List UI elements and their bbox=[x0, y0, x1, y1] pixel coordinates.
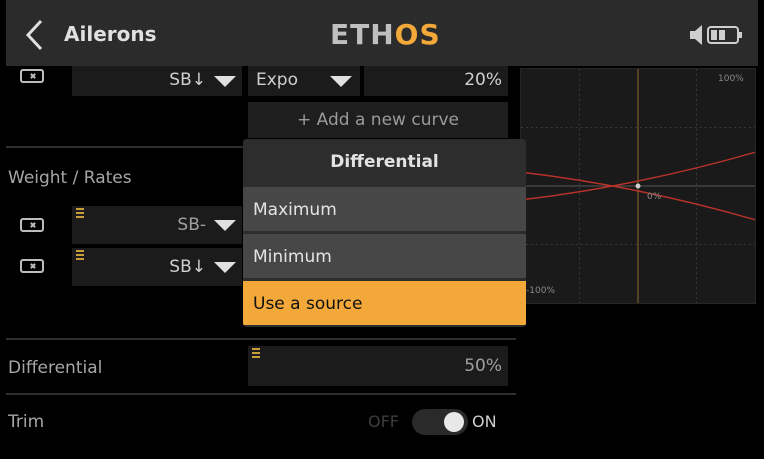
header-bar: Ailerons ETHOS bbox=[6, 0, 758, 66]
expo-source-value: SB↓ bbox=[169, 70, 206, 90]
dropdown-arrow-icon bbox=[330, 76, 352, 87]
mixer-marker-icon bbox=[252, 348, 260, 358]
volume-icon bbox=[690, 25, 702, 45]
graph-mid-label: 0% bbox=[647, 192, 662, 202]
trim-label: Trim bbox=[8, 412, 45, 432]
toggle-knob bbox=[444, 412, 464, 432]
differential-value-field[interactable]: 50% bbox=[248, 346, 508, 386]
rate-source-value-1: SB- bbox=[177, 215, 206, 235]
popup-item-minimum[interactable]: Minimum bbox=[243, 232, 526, 278]
add-curve-label: + Add a new curve bbox=[297, 110, 459, 130]
source-chip-icon[interactable] bbox=[20, 218, 44, 232]
curve-type-value: Expo bbox=[256, 70, 298, 90]
dropdown-arrow-icon bbox=[214, 220, 236, 231]
battery-icon bbox=[707, 26, 742, 44]
dropdown-arrow-icon bbox=[214, 262, 236, 273]
differential-popup: Differential Maximum Minimum Use a sourc… bbox=[243, 139, 526, 327]
curve-type-field[interactable]: Expo bbox=[248, 66, 360, 96]
mixer-marker-icon bbox=[76, 250, 84, 260]
expo-value-field[interactable]: 20% bbox=[364, 66, 508, 96]
popup-title: Differential bbox=[243, 139, 526, 185]
status-icons bbox=[690, 25, 742, 45]
curve-graph bbox=[520, 68, 756, 304]
popup-item-maximum[interactable]: Maximum bbox=[243, 185, 526, 231]
rate-source-value-2: SB↓ bbox=[169, 257, 206, 277]
mixer-marker-icon bbox=[76, 208, 84, 218]
logo-accent: OS bbox=[394, 18, 441, 51]
page-title: Ailerons bbox=[64, 22, 157, 46]
rate-source-field-1[interactable]: SB- bbox=[72, 206, 242, 244]
differential-label: Differential bbox=[8, 358, 103, 378]
trim-toggle[interactable] bbox=[412, 409, 468, 435]
expo-source-field[interactable]: SB↓ bbox=[72, 66, 242, 96]
divider bbox=[6, 393, 516, 395]
differential-value: 50% bbox=[464, 356, 502, 376]
weight-rates-label: Weight / Rates bbox=[8, 168, 132, 188]
screen: Ailerons ETHOS SB↓ Expo 20% + Add a new … bbox=[6, 0, 758, 459]
popup-item-use-a-source[interactable]: Use a source bbox=[243, 279, 526, 325]
rate-source-field-2[interactable]: SB↓ bbox=[72, 248, 242, 286]
trim-off-label: OFF bbox=[368, 412, 399, 431]
dropdown-arrow-icon bbox=[214, 76, 236, 87]
divider bbox=[6, 338, 516, 340]
trim-on-label: ON bbox=[472, 412, 497, 431]
source-chip-icon[interactable] bbox=[20, 259, 44, 273]
logo-main: ETH bbox=[330, 18, 395, 51]
back-chevron-icon[interactable] bbox=[24, 18, 46, 52]
graph-top-label: 100% bbox=[718, 74, 744, 84]
expo-value: 20% bbox=[464, 70, 502, 90]
graph-bottom-label: -100% bbox=[526, 286, 555, 296]
source-chip-icon[interactable] bbox=[20, 69, 44, 83]
ethos-logo: ETHOS bbox=[330, 18, 441, 51]
add-curve-button[interactable]: + Add a new curve bbox=[248, 102, 508, 138]
